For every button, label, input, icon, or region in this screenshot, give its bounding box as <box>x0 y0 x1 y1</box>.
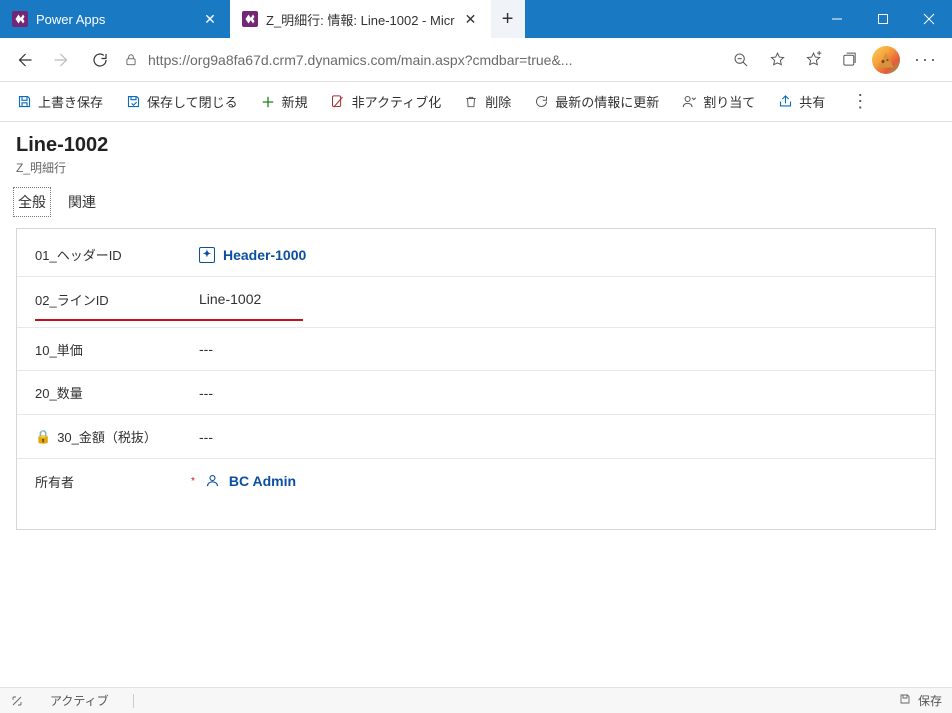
minimize-button[interactable] <box>814 0 860 38</box>
close-button[interactable] <box>906 0 952 38</box>
trash-icon <box>463 94 479 110</box>
field-label: 20_数量 <box>35 383 83 402</box>
overflow-button[interactable]: ⋮ <box>845 87 875 116</box>
assign-icon <box>681 94 697 110</box>
new-button[interactable]: 新規 <box>252 86 316 117</box>
field-owner[interactable]: 所有者 * BC Admin <box>17 459 935 503</box>
tab-title: Z_明細行: 情報: Line-1002 - Micr <box>266 10 455 29</box>
maximize-button[interactable] <box>860 0 906 38</box>
close-icon[interactable]: ✕ <box>463 11 479 27</box>
field-value: Line-1002 <box>195 291 917 307</box>
assign-button[interactable]: 割り当て <box>673 86 763 117</box>
tab-related[interactable]: 関連 <box>66 190 98 214</box>
field-label: 10_単価 <box>35 340 83 359</box>
record-subtitle: Z_明細行 <box>16 159 936 176</box>
collections-icon[interactable] <box>832 43 866 77</box>
browser-titlebar: Power Apps ✕ Z_明細行: 情報: Line-1002 - Micr… <box>0 0 952 38</box>
form-content: Line-1002 Z_明細行 全般 関連 01_ヘッダーID ✦ Header… <box>0 122 952 687</box>
back-button[interactable] <box>6 42 42 78</box>
window-controls <box>814 0 952 38</box>
deactivate-button[interactable]: 非アクティブ化 <box>322 86 450 117</box>
dynamics-icon <box>242 11 258 27</box>
field-value: --- <box>195 341 917 357</box>
field-amount[interactable]: 🔒 30_金額（税抜） --- <box>17 415 935 459</box>
plus-icon <box>260 94 276 110</box>
field-value: --- <box>195 385 917 401</box>
delete-button[interactable]: 削除 <box>455 86 519 117</box>
save-close-icon <box>125 94 141 110</box>
save-button[interactable]: 上書き保存 <box>8 86 111 117</box>
field-label: 30_金額（税抜） <box>57 427 157 446</box>
status-state: アクティブ <box>50 692 109 709</box>
browser-tab-powerapps[interactable]: Power Apps ✕ <box>0 0 230 38</box>
save-icon <box>16 94 32 110</box>
share-button[interactable]: 共有 <box>769 86 833 117</box>
more-icon[interactable]: ··· <box>906 49 946 70</box>
record-title: Line-1002 <box>16 134 936 157</box>
save-close-button[interactable]: 保存して閉じる <box>117 86 246 117</box>
form-tabs: 全般 関連 <box>16 190 936 218</box>
new-tab-button[interactable]: + <box>491 0 525 38</box>
field-unit-price[interactable]: 10_単価 --- <box>17 327 935 371</box>
browser-address-bar: https://org9a8fa67d.crm7.dynamics.com/ma… <box>0 38 952 82</box>
favorites-icon[interactable] <box>796 43 830 77</box>
share-icon <box>777 94 793 110</box>
refresh-button[interactable] <box>82 42 118 78</box>
zoom-icon[interactable] <box>724 43 758 77</box>
close-icon[interactable]: ✕ <box>202 11 218 27</box>
forward-button[interactable] <box>44 42 80 78</box>
tab-general[interactable]: 全般 <box>16 190 48 214</box>
command-bar: 上書き保存 保存して閉じる 新規 非アクティブ化 削除 最新の情報に更新 割り当… <box>0 82 952 122</box>
highlight-underline <box>35 319 303 321</box>
field-label: 01_ヘッダーID <box>35 245 122 264</box>
field-line-id[interactable]: 02_ラインID Line-1002 <box>17 277 935 321</box>
field-value: --- <box>195 429 917 445</box>
field-value-lookup[interactable]: BC Admin <box>201 473 917 489</box>
status-bar: アクティブ 保存 <box>0 687 952 713</box>
deactivate-icon <box>330 94 346 110</box>
powerapps-icon <box>12 11 28 27</box>
favorite-star-icon[interactable] <box>760 43 794 77</box>
refresh-icon <box>533 94 549 110</box>
field-label: 所有者 <box>35 472 74 491</box>
required-indicator: * <box>191 476 195 487</box>
form-card: 01_ヘッダーID ✦ Header-1000 02_ラインID Line-10… <box>16 228 936 530</box>
url-text: https://org9a8fa67d.crm7.dynamics.com/ma… <box>148 52 718 68</box>
tab-title: Power Apps <box>36 12 105 27</box>
expand-icon[interactable] <box>10 694 24 708</box>
status-save[interactable]: 保存 <box>898 692 942 709</box>
lock-icon: 🔒 <box>35 429 51 445</box>
lookup-icon: ✦ <box>199 247 215 263</box>
refresh-button[interactable]: 最新の情報に更新 <box>525 86 667 117</box>
profile-avatar[interactable] <box>872 46 900 74</box>
lock-icon <box>124 53 138 67</box>
person-icon <box>205 473 221 489</box>
save-icon <box>898 692 912 706</box>
field-value-lookup[interactable]: ✦ Header-1000 <box>195 247 917 263</box>
url-field[interactable]: https://org9a8fa67d.crm7.dynamics.com/ma… <box>120 44 722 76</box>
field-quantity[interactable]: 20_数量 --- <box>17 371 935 415</box>
field-label: 02_ラインID <box>35 290 109 309</box>
browser-tab-dynamics[interactable]: Z_明細行: 情報: Line-1002 - Micr ✕ <box>230 0 491 38</box>
field-header-id[interactable]: 01_ヘッダーID ✦ Header-1000 <box>17 233 935 277</box>
